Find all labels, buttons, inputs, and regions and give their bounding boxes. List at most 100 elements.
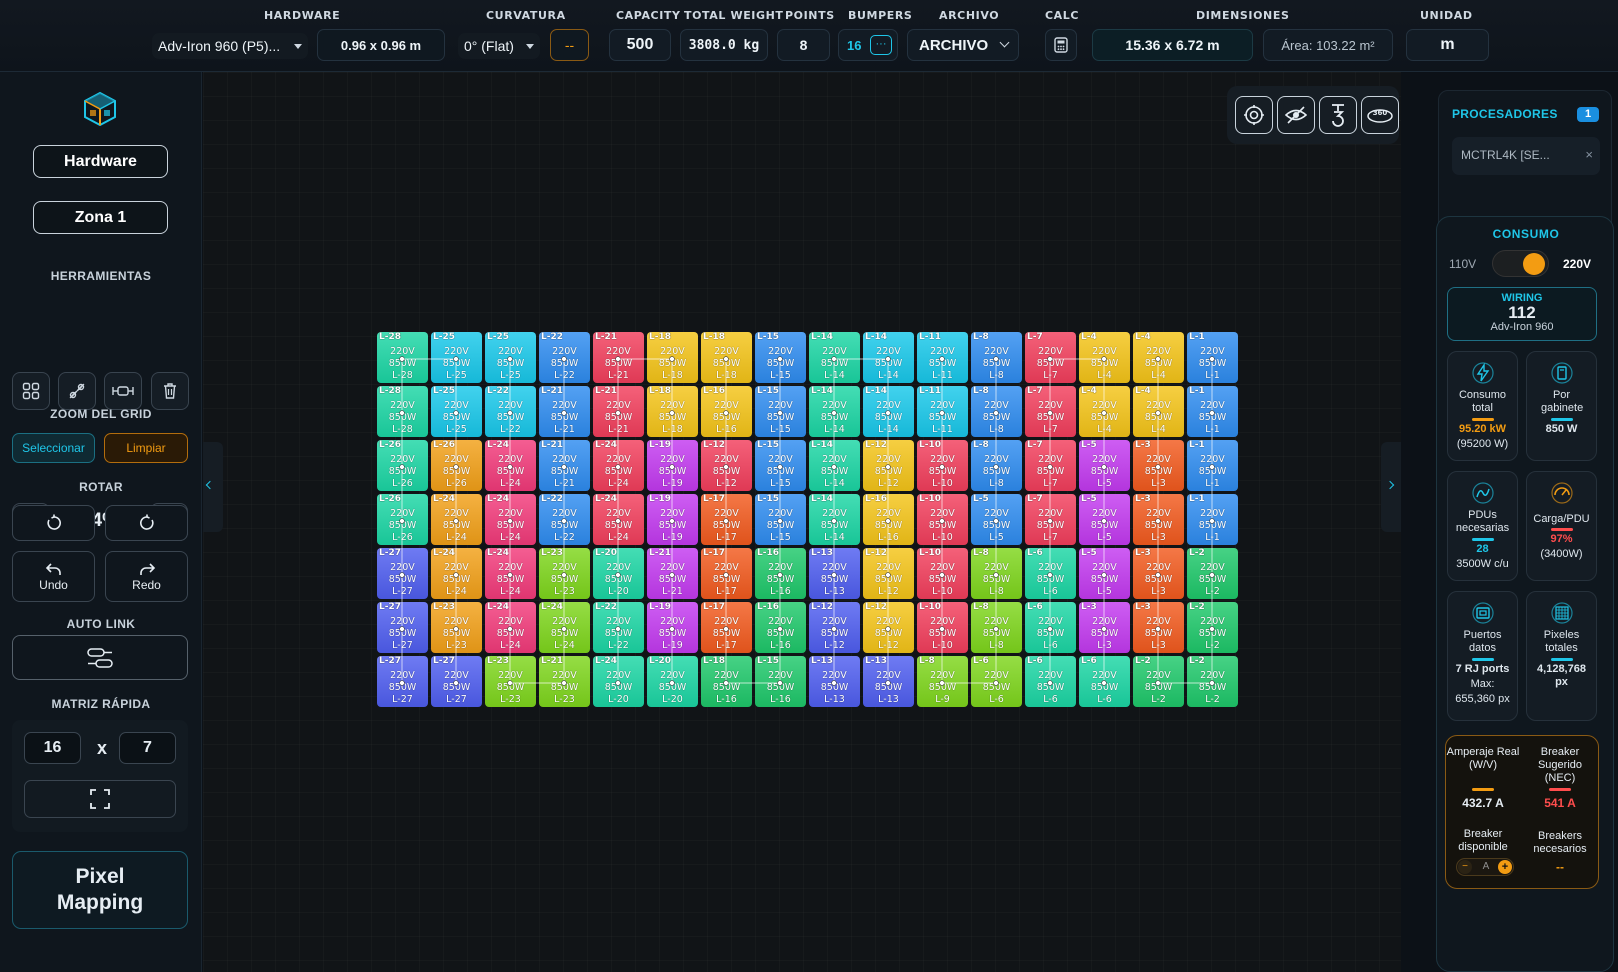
rotate-right-button[interactable]: [105, 505, 188, 541]
led-panel-tile[interactable]: L-26 220V 850W L-26: [377, 440, 428, 491]
led-panel-tile[interactable]: L-6 220V 850W L-6: [1025, 602, 1076, 653]
led-panel-tile[interactable]: L-24 220V 850W L-24: [539, 602, 590, 653]
led-panel-tile[interactable]: L-6 220V 850W L-6: [1079, 656, 1130, 707]
led-panel-tile[interactable]: L-5 220V 850W L-5: [1079, 494, 1130, 545]
led-panel-tile[interactable]: L-17 220V 850W L-17: [701, 548, 752, 599]
led-panel-tile[interactable]: L-10 220V 850W L-10: [917, 440, 968, 491]
led-panel-tile[interactable]: L-2 220V 850W L-2: [1133, 656, 1184, 707]
redo-button[interactable]: Redo: [105, 551, 188, 602]
led-panel-tile[interactable]: L-8 220V 850W L-8: [971, 602, 1022, 653]
led-panel-tile[interactable]: L-16 220V 850W L-16: [863, 494, 914, 545]
led-panel-tile[interactable]: L-10 220V 850W L-10: [917, 602, 968, 653]
led-panel-tile[interactable]: L-16 220V 850W L-16: [701, 386, 752, 437]
led-panel-tile[interactable]: L-5 220V 850W L-5: [1079, 440, 1130, 491]
led-panel-tile[interactable]: L-21 220V 850W L-21: [593, 332, 644, 383]
led-panel-tile[interactable]: L-12 220V 850W L-12: [701, 440, 752, 491]
led-panel-tile[interactable]: L-24 220V 850W L-24: [431, 548, 482, 599]
led-panel-tile[interactable]: L-26 220V 850W L-26: [377, 494, 428, 545]
led-panel-tile[interactable]: L-3 220V 850W L-3: [1079, 602, 1130, 653]
breaker-disponible-stepper[interactable]: − A +: [1456, 858, 1514, 876]
led-panel-tile[interactable]: L-10 220V 850W L-10: [917, 548, 968, 599]
led-panel-tile[interactable]: L-2 220V 850W L-2: [1187, 602, 1238, 653]
led-panel-tile[interactable]: L-16 220V 850W L-16: [755, 548, 806, 599]
led-panel-grid[interactable]: L-28 220V 850W L-28 L-25 220V 850W L-25 L-25 220V…: [377, 332, 1239, 708]
led-panel-tile[interactable]: L-25 220V 850W L-25: [431, 332, 482, 383]
unidad-select[interactable]: m: [1406, 29, 1489, 61]
led-panel-tile[interactable]: L-27 220V 850W L-27: [377, 548, 428, 599]
led-panel-tile[interactable]: L-15 220V 850W L-15: [755, 440, 806, 491]
led-panel-tile[interactable]: L-1 220V 850W L-1: [1187, 440, 1238, 491]
seleccionar-button[interactable]: Seleccionar: [12, 433, 95, 463]
led-panel-tile[interactable]: L-17 220V 850W L-17: [701, 602, 752, 653]
rotate-left-button[interactable]: [12, 505, 95, 541]
hardware-button[interactable]: Hardware: [33, 145, 168, 178]
led-panel-tile[interactable]: L-21 220V 850W L-21: [539, 440, 590, 491]
led-panel-tile[interactable]: L-8 220V 850W L-8: [971, 548, 1022, 599]
led-panel-tile[interactable]: L-19 220V 850W L-19: [647, 494, 698, 545]
led-panel-tile[interactable]: L-6 220V 850W L-6: [1025, 548, 1076, 599]
led-panel-tile[interactable]: L-23 220V 850W L-23: [539, 548, 590, 599]
led-panel-tile[interactable]: L-14 220V 850W L-14: [809, 494, 860, 545]
led-panel-tile[interactable]: L-8 220V 850W L-8: [971, 386, 1022, 437]
led-panel-tile[interactable]: L-20 220V 850W L-20: [647, 656, 698, 707]
curvatura-select[interactable]: 0° (Flat): [458, 33, 540, 59]
led-panel-tile[interactable]: L-1 220V 850W L-1: [1187, 386, 1238, 437]
led-panel-tile[interactable]: L-22 220V 850W L-22: [539, 332, 590, 383]
voltage-toggle[interactable]: [1492, 250, 1549, 277]
led-panel-tile[interactable]: L-24 220V 850W L-20: [593, 656, 644, 707]
led-panel-tile[interactable]: L-21 220V 850W L-21: [539, 386, 590, 437]
unlink-tool-button[interactable]: [58, 372, 96, 410]
layout-tool-button[interactable]: [12, 372, 50, 410]
led-panel-tile[interactable]: L-13 220V 850W L-13: [809, 548, 860, 599]
led-panel-tile[interactable]: L-27 220V 850W L-27: [377, 602, 428, 653]
matriz-rows-input[interactable]: 7: [119, 732, 176, 764]
led-panel-tile[interactable]: L-13 220V 850W L-13: [863, 656, 914, 707]
led-panel-tile[interactable]: L-23 220V 850W L-23: [485, 656, 536, 707]
led-panel-tile[interactable]: L-18 220V 850W L-18: [701, 332, 752, 383]
led-panel-tile[interactable]: L-17 220V 850W L-17: [701, 494, 752, 545]
led-panel-tile[interactable]: L-5 220V 850W L-5: [971, 494, 1022, 545]
delete-tool-button[interactable]: [151, 372, 189, 410]
led-panel-tile[interactable]: L-20 220V 850W L-20: [593, 548, 644, 599]
led-panel-tile[interactable]: L-8 220V 850W L-8: [971, 332, 1022, 383]
breaker-plus-button[interactable]: +: [1498, 860, 1512, 874]
led-panel-tile[interactable]: L-24 220V 850W L-24: [431, 494, 482, 545]
led-panel-tile[interactable]: L-24 220V 850W L-24: [485, 602, 536, 653]
hoist-tool-button[interactable]: [1319, 96, 1357, 134]
pixel-mapping-button[interactable]: Pixel Mapping: [12, 851, 188, 929]
led-panel-tile[interactable]: L-4 220V 850W L-4: [1079, 332, 1130, 383]
led-panel-tile[interactable]: L-7 220V 850W L-7: [1025, 494, 1076, 545]
led-panel-tile[interactable]: L-28 220V 850W L-28: [377, 386, 428, 437]
led-panel-tile[interactable]: L-21 220V 850W L-23: [539, 656, 590, 707]
led-panel-tile[interactable]: L-27 220V 850W L-27: [431, 656, 482, 707]
fit-screen-button[interactable]: [24, 780, 176, 818]
led-panel-tile[interactable]: L-14 220V 850W L-14: [809, 332, 860, 383]
led-panel-tile[interactable]: L-18 220V 850W L-18: [647, 386, 698, 437]
led-panel-tile[interactable]: L-11 220V 850W L-11: [917, 386, 968, 437]
led-panel-tile[interactable]: L-21 220V 850W L-21: [593, 386, 644, 437]
led-panel-tile[interactable]: L-6 220V 850W L-6: [1025, 656, 1076, 707]
led-panel-tile[interactable]: L-15 220V 850W L-15: [755, 332, 806, 383]
led-panel-tile[interactable]: L-15 220V 850W L-15: [755, 494, 806, 545]
led-panel-tile[interactable]: L-23 220V 850W L-23: [431, 602, 482, 653]
led-panel-tile[interactable]: L-27 220V 850W L-27: [377, 656, 428, 707]
led-panel-tile[interactable]: L-15 220V 850W L-15: [755, 386, 806, 437]
visibility-tool-button[interactable]: [1277, 96, 1315, 134]
led-panel-tile[interactable]: L-22 220V 850W L-22: [539, 494, 590, 545]
led-panel-tile[interactable]: L-24 220V 850W L-24: [485, 548, 536, 599]
matriz-cols-input[interactable]: 16: [24, 732, 81, 764]
led-panel-tile[interactable]: L-6 220V 850W L-6: [971, 656, 1022, 707]
limpiar-button[interactable]: Limpiar: [104, 433, 188, 463]
led-panel-tile[interactable]: L-15 220V 850W L-16: [755, 656, 806, 707]
led-panel-tile[interactable]: L-2 220V 850W L-2: [1187, 548, 1238, 599]
led-panel-tile[interactable]: L-22 220V 850W L-22: [485, 386, 536, 437]
undo-button[interactable]: Undo: [12, 551, 95, 602]
link-tool-button[interactable]: [104, 372, 142, 410]
breaker-minus-button[interactable]: −: [1458, 860, 1472, 874]
bumpers-more-button[interactable]: ···: [870, 35, 892, 55]
led-panel-tile[interactable]: L-12 220V 850W L-12: [809, 602, 860, 653]
led-panel-tile[interactable]: L-4 220V 850W L-4: [1133, 386, 1184, 437]
curvatura-extra-button[interactable]: --: [550, 29, 589, 61]
led-panel-tile[interactable]: L-4 220V 850W L-4: [1133, 332, 1184, 383]
led-panel-tile[interactable]: L-22 220V 850W L-22: [593, 602, 644, 653]
